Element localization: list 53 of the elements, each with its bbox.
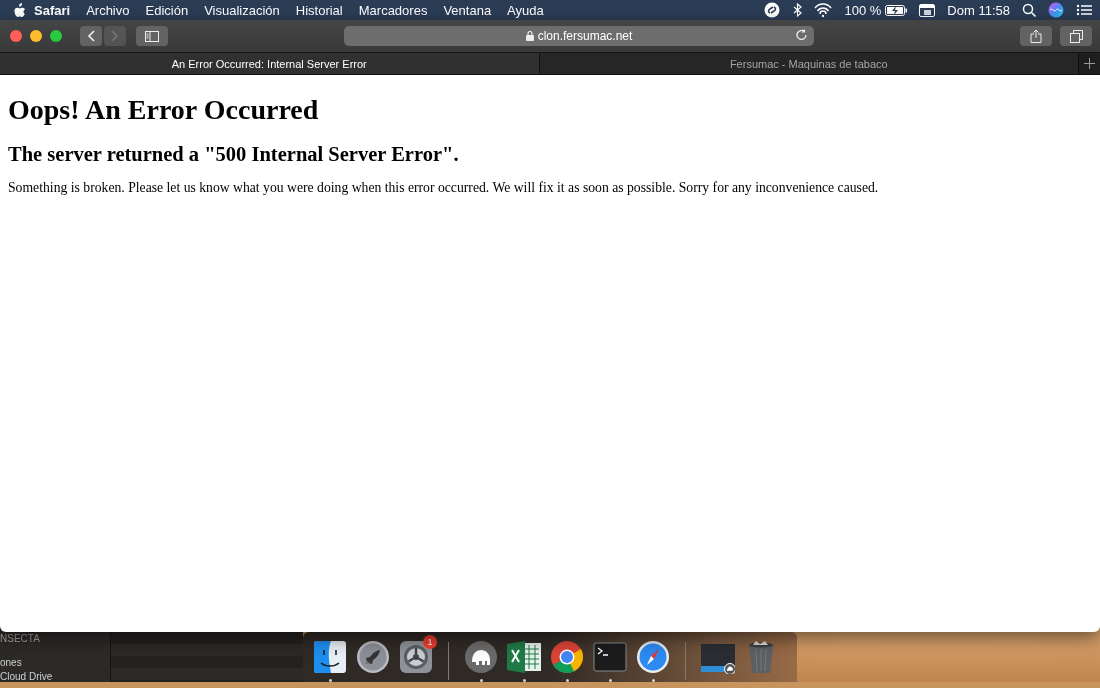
browser-tab[interactable]: Fersumac - Maquinas de tabaco (538, 53, 1078, 74)
menu-item[interactable]: Edición (137, 2, 197, 18)
s-logo-icon[interactable] (764, 2, 781, 18)
finder-face-icon[interactable] (313, 640, 347, 674)
share-icon (1030, 29, 1042, 43)
clock[interactable]: Dom 11:58 (947, 2, 1010, 18)
gear-icon[interactable] (399, 640, 433, 674)
notification-badge: 1 (423, 635, 437, 649)
search-icon[interactable] (1022, 3, 1036, 17)
apple-logo-icon[interactable] (12, 2, 26, 18)
battery-percent: 100 % (844, 2, 882, 18)
menu-item[interactable]: Ayuda (499, 2, 552, 18)
reload-icon[interactable] (796, 29, 808, 41)
spreadsheet-icon[interactable] (507, 640, 541, 674)
browser-tab[interactable]: An Error Occurred: Internal Server Error (0, 53, 539, 74)
orb-icon[interactable] (1048, 2, 1064, 18)
minimize-button[interactable] (30, 30, 42, 42)
bluetooth-icon[interactable] (792, 3, 803, 17)
menu-item[interactable]: Ventana (435, 2, 500, 18)
menu-item[interactable]: Historial (287, 2, 351, 18)
address-field[interactable]: clon.fersumac.net (344, 26, 814, 46)
tabs-icon (1069, 29, 1083, 43)
chevron-left-icon (87, 30, 95, 42)
menu-item[interactable]: Archivo (78, 2, 138, 18)
sidebar-label: ones (0, 656, 23, 670)
plus-icon[interactable] (1084, 58, 1095, 69)
sidebar-label: NSECTA (0, 632, 41, 646)
url-text: clon.fersumac.net (537, 29, 633, 43)
error-message: Something is broken. Please let us know what you were doing when this error occurred. We will fix it as soon as possible. Sorry for any inconvenience caused. (8, 180, 880, 196)
color-wheel-icon[interactable] (550, 640, 584, 674)
tabs-overview-button[interactable] (1060, 26, 1092, 46)
sidebar-label: Cloud Drive (0, 670, 54, 682)
error-heading: Oops! An Error Occurred (8, 94, 320, 126)
back-button[interactable] (80, 26, 102, 46)
menu-item[interactable]: Marcadores (350, 2, 436, 18)
wifi-icon[interactable] (814, 2, 833, 18)
share-button[interactable] (1020, 26, 1052, 46)
compass-icon[interactable] (636, 640, 670, 674)
list-icon[interactable] (1076, 3, 1092, 17)
menu-item[interactable]: Safari (26, 2, 79, 18)
battery-charging-icon[interactable] (885, 4, 908, 16)
lock-icon (525, 31, 534, 41)
elephant-icon[interactable] (464, 640, 498, 674)
sidebar-button[interactable] (136, 26, 168, 46)
menu-item[interactable]: Visualización (196, 2, 288, 18)
keyboard-window-icon[interactable] (919, 3, 936, 17)
zoom-button[interactable] (50, 30, 62, 42)
terminal-icon[interactable] (593, 640, 627, 674)
close-button[interactable] (10, 30, 22, 42)
sidebar-icon (145, 30, 159, 42)
error-subheading: The server returned a "500 Internal Server Error". (8, 143, 460, 166)
rocket-icon[interactable] (356, 640, 390, 674)
chevron-right-icon (111, 30, 119, 42)
